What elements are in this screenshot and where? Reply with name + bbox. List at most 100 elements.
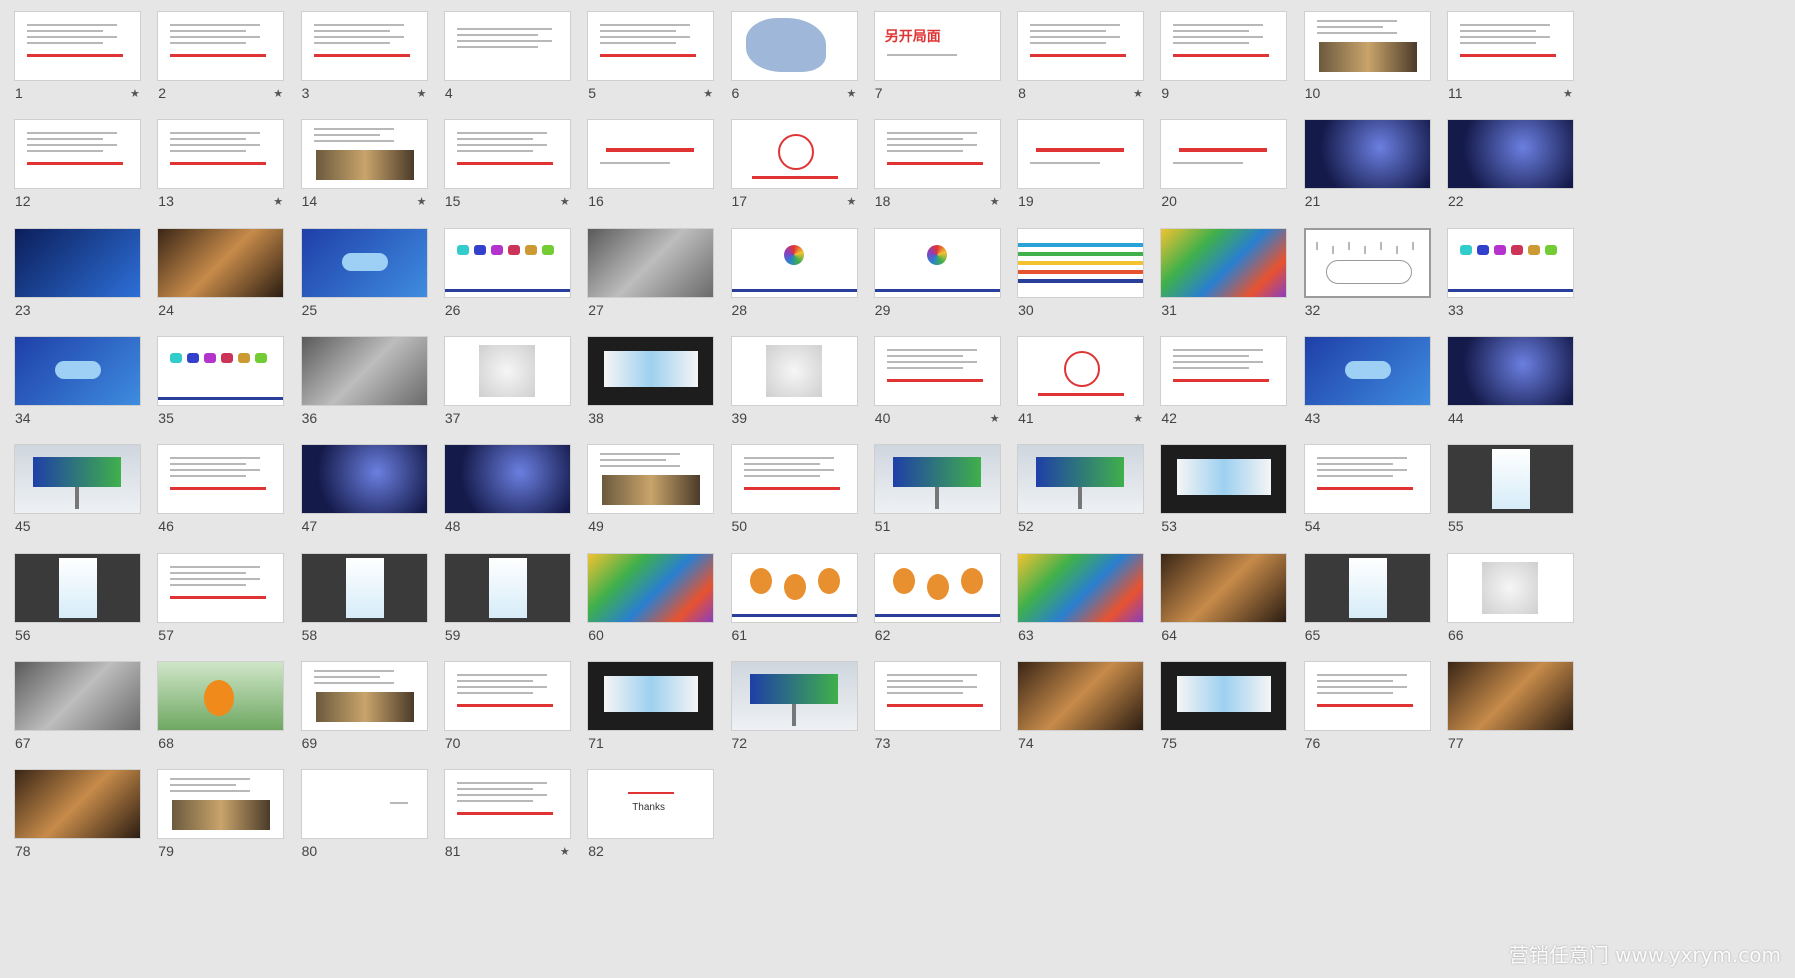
slide-thumbnail-54[interactable]: 54 (1289, 431, 1453, 555)
slide-preview[interactable] (1160, 444, 1288, 515)
slide-thumbnail-34[interactable]: 34 (0, 323, 163, 447)
slide-preview[interactable] (300, 660, 428, 731)
slide-preview[interactable] (730, 660, 858, 731)
slide-thumbnail-52[interactable]: 52 (1002, 431, 1166, 555)
slide-thumbnail-44[interactable]: 44 (1432, 323, 1596, 447)
slide-preview[interactable] (1303, 227, 1431, 298)
slide-thumbnail-49[interactable]: 49 (572, 431, 736, 555)
slide-thumbnail-1[interactable]: 1 ★ (0, 0, 163, 122)
slide-thumbnail-55[interactable]: 55 (1432, 431, 1596, 555)
slide-preview[interactable] (1160, 660, 1288, 731)
slide-preview[interactable] (300, 444, 428, 515)
slide-preview[interactable] (300, 227, 428, 298)
slide-thumbnail-11[interactable]: 11 ★ (1432, 0, 1596, 122)
slide-thumbnail-22[interactable]: 22 (1432, 106, 1596, 230)
slide-preview[interactable] (1017, 335, 1145, 406)
slide-preview[interactable] (14, 11, 141, 81)
slide-thumbnail-41[interactable]: 41 ★ (1002, 323, 1166, 447)
slide-preview[interactable] (1303, 11, 1431, 81)
slide-thumbnail-71[interactable]: 71 (572, 648, 736, 772)
slide-thumbnail-8[interactable]: 8 ★ (1002, 0, 1166, 122)
slide-thumbnail-46[interactable]: 46 (142, 431, 306, 555)
slide-preview[interactable] (443, 227, 571, 298)
slide-thumbnail-4[interactable]: 4 (429, 0, 593, 122)
slide-thumbnail-27[interactable]: 27 (572, 215, 736, 339)
slide-preview[interactable] (14, 119, 141, 190)
slide-thumbnail-30[interactable]: 30 (1002, 215, 1166, 339)
slide-preview[interactable] (730, 119, 858, 190)
slide-preview[interactable] (1160, 119, 1288, 190)
slide-preview[interactable] (157, 660, 285, 731)
slide-thumbnail-19[interactable]: 19 (1002, 106, 1166, 230)
slide-preview[interactable] (587, 660, 715, 731)
slide-thumbnail-20[interactable]: 20 (1145, 106, 1309, 230)
slide-preview[interactable] (14, 444, 141, 515)
slide-thumbnail-38[interactable]: 38 (572, 323, 736, 447)
slide-preview[interactable] (1017, 660, 1145, 731)
slide-thumbnail-21[interactable]: 21 (1289, 106, 1453, 230)
slide-thumbnail-29[interactable]: 29 (859, 215, 1023, 339)
slide-preview[interactable] (157, 444, 285, 515)
slide-thumbnail-24[interactable]: 24 (142, 215, 306, 339)
slide-preview[interactable] (587, 11, 715, 81)
slide-thumbnail-56[interactable]: 56 (0, 540, 163, 664)
slide-preview[interactable] (730, 552, 858, 623)
slide-preview[interactable] (443, 660, 571, 731)
slide-preview[interactable] (1447, 11, 1574, 81)
slide-preview[interactable] (1303, 552, 1431, 623)
slide-preview[interactable] (730, 227, 858, 298)
slide-preview[interactable] (1447, 660, 1574, 731)
slide-preview[interactable] (873, 660, 1001, 731)
slide-thumbnail-3[interactable]: 3 ★ (286, 0, 450, 122)
slide-thumbnail-2[interactable]: 2 ★ (142, 0, 306, 122)
slide-thumbnail-64[interactable]: 64 (1145, 540, 1309, 664)
slide-preview[interactable] (443, 444, 571, 515)
slide-preview[interactable] (730, 11, 858, 81)
slide-thumbnail-79[interactable]: 79 (142, 756, 306, 880)
slide-thumbnail-40[interactable]: 40 ★ (859, 323, 1023, 447)
slide-preview[interactable] (1017, 227, 1145, 298)
slide-thumbnail-75[interactable]: 75 (1145, 648, 1309, 772)
slide-thumbnail-26[interactable]: 26 (429, 215, 593, 339)
slide-thumbnail-48[interactable]: 48 (429, 431, 593, 555)
slide-preview[interactable] (1160, 227, 1288, 298)
slide-thumbnail-80[interactable]: 80 (286, 756, 450, 880)
slide-thumbnail-51[interactable]: 51 (859, 431, 1023, 555)
slide-preview[interactable] (443, 119, 571, 190)
slide-preview[interactable] (587, 227, 715, 298)
slide-thumbnail-15[interactable]: 15 ★ (429, 106, 593, 230)
slide-preview[interactable] (730, 444, 858, 515)
slide-preview[interactable] (1017, 444, 1145, 515)
slide-preview[interactable] (1447, 227, 1574, 298)
slide-thumbnail-58[interactable]: 58 (286, 540, 450, 664)
slide-thumbnail-32[interactable]: 32 (1289, 215, 1453, 339)
slide-preview[interactable] (443, 335, 571, 406)
slide-thumbnail-10[interactable]: 10 (1289, 0, 1453, 122)
slide-preview[interactable] (300, 769, 428, 840)
slide-preview[interactable] (14, 769, 141, 840)
slide-preview[interactable] (300, 119, 428, 190)
slide-thumbnail-63[interactable]: 63 (1002, 540, 1166, 664)
slide-thumbnail-13[interactable]: 13 ★ (142, 106, 306, 230)
slide-thumbnail-43[interactable]: 43 (1289, 323, 1453, 447)
slide-preview[interactable] (157, 769, 285, 840)
slide-preview[interactable] (1017, 552, 1145, 623)
slide-preview[interactable] (443, 552, 571, 623)
slide-preview[interactable] (1447, 335, 1574, 406)
slide-thumbnail-81[interactable]: 81 ★ (429, 756, 593, 880)
slide-preview[interactable] (1160, 335, 1288, 406)
slide-preview[interactable] (587, 444, 715, 515)
slide-preview[interactable] (1447, 552, 1574, 623)
slide-preview[interactable] (443, 769, 571, 840)
slide-thumbnail-66[interactable]: 66 (1432, 540, 1596, 664)
slide-thumbnail-28[interactable]: 28 (716, 215, 880, 339)
slide-preview[interactable] (587, 552, 715, 623)
slide-preview[interactable] (873, 227, 1001, 298)
slide-thumbnail-42[interactable]: 42 (1145, 323, 1309, 447)
slide-thumbnail-9[interactable]: 9 (1145, 0, 1309, 122)
slide-thumbnail-45[interactable]: 45 (0, 431, 163, 555)
slide-preview[interactable] (14, 335, 141, 406)
slide-thumbnail-47[interactable]: 47 (286, 431, 450, 555)
slide-thumbnail-82[interactable]: Thanks 82 (572, 756, 736, 880)
slide-preview[interactable] (873, 119, 1001, 190)
